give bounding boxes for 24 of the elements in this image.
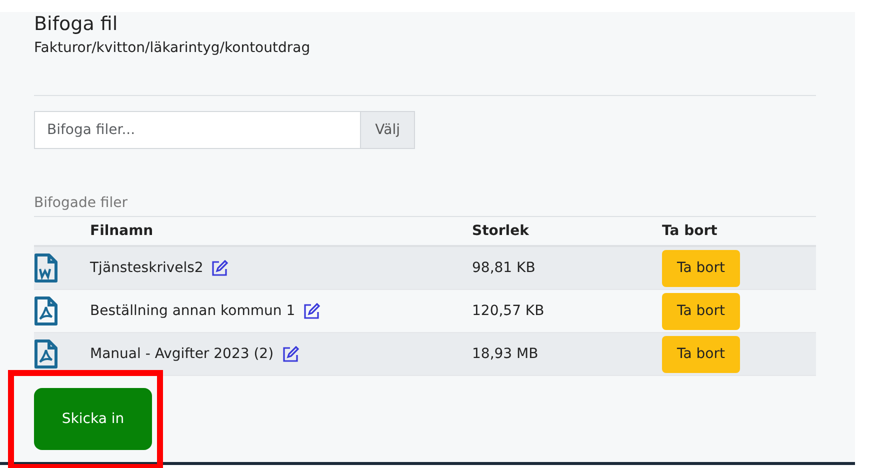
choose-button[interactable]: Välj	[360, 111, 415, 149]
edit-icon[interactable]	[211, 260, 230, 276]
file-size: 120,57 KB	[472, 302, 546, 320]
remove-button[interactable]: Ta bort	[662, 250, 740, 286]
pdf-document-icon	[34, 296, 58, 326]
subheading: Fakturor/kvitton/läkarintyg/kontoutdrag	[34, 39, 312, 58]
edit-icon[interactable]	[303, 303, 322, 319]
column-header: Ta bort	[662, 222, 718, 240]
edit-icon[interactable]	[282, 346, 300, 362]
heading: Bifoga fil	[34, 12, 119, 36]
file-name: Beställning annan kommun 1	[90, 302, 296, 320]
file-size: 18,93 MB	[472, 344, 540, 364]
section-label: Bifogade filer	[34, 193, 816, 217]
file-input-field[interactable]: Bifoga filer...	[34, 111, 362, 149]
column-header: Filnamn	[90, 222, 154, 240]
word-document-icon	[34, 253, 58, 283]
file-name: Manual - Avgifter 2023 (2)	[90, 344, 274, 364]
file-name: Tjänsteskrivels2	[90, 258, 204, 278]
submit-button[interactable]: Skicka in	[34, 388, 152, 450]
remove-button[interactable]: Ta bort	[662, 336, 740, 372]
column-header: Storlek	[472, 222, 530, 240]
pdf-document-icon	[34, 339, 58, 369]
file-size: 98,81 KB	[472, 258, 536, 278]
remove-button[interactable]: Ta bort	[662, 292, 740, 330]
